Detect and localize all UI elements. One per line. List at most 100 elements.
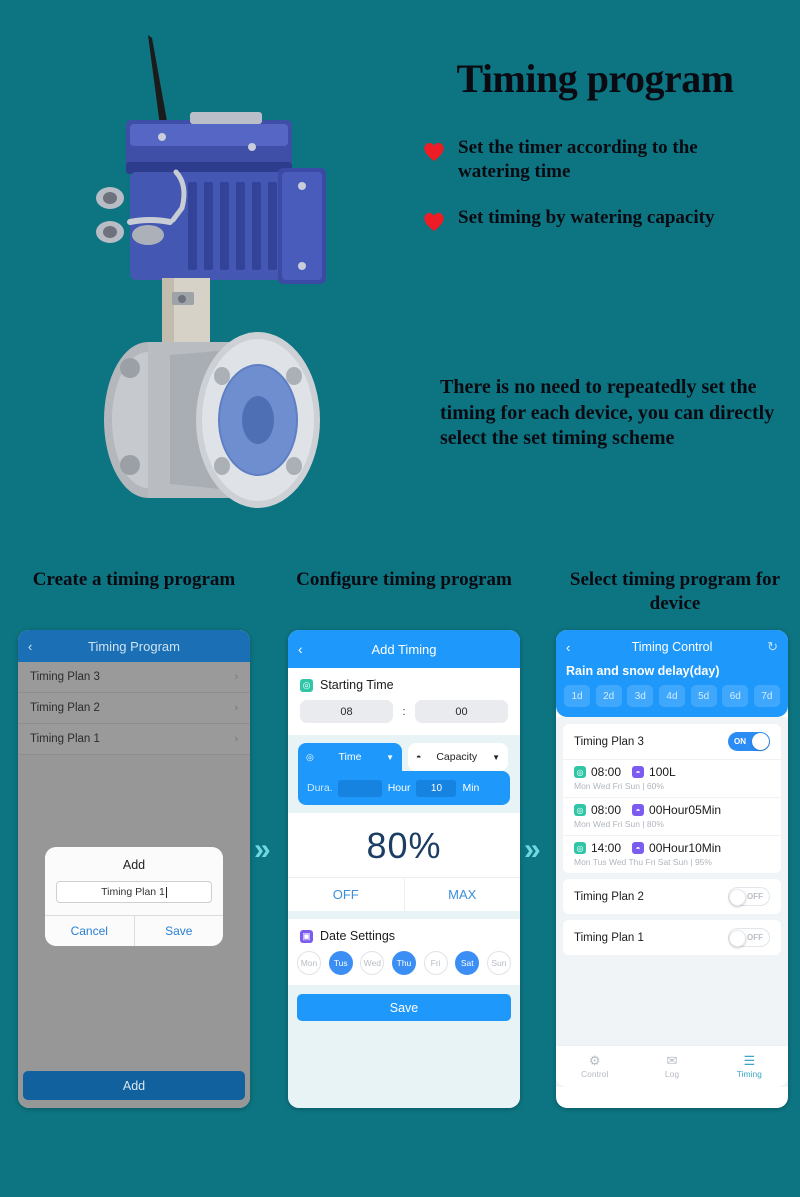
tab-capacity[interactable]: ◓ Capacity ▼ <box>408 743 508 771</box>
day-tus[interactable]: Tus <box>328 951 353 975</box>
duration-minute-input[interactable]: 10 <box>416 779 457 797</box>
heart-icon <box>424 142 444 161</box>
duration-label: Dura. <box>307 782 333 794</box>
hero-section: Timing program Set the timer according t… <box>0 0 800 545</box>
list-item[interactable]: Timing Plan 3 › <box>18 662 250 693</box>
minute-input[interactable]: 00 <box>415 700 508 723</box>
plan-card-1[interactable]: Timing Plan 1 OFF <box>563 920 781 955</box>
plan-name: Timing Plan 1 <box>574 931 644 944</box>
section-heading-create: Create a timing program <box>32 569 236 590</box>
text-caret <box>165 886 167 898</box>
schedule-time: 08:00 <box>591 803 622 817</box>
clock-icon: ◎ <box>300 678 313 692</box>
delay-option-4d[interactable]: 4d <box>658 685 685 707</box>
toggle-label: OFF <box>747 933 763 942</box>
duration-row: Dura. Hour 10 Min <box>298 771 510 805</box>
date-settings-label-row: ▣ Date Settings <box>288 919 520 951</box>
p3-title: Timing Control <box>631 640 713 654</box>
schedule-row[interactable]: ◎ 08:00 ◓ 100L Mon Wed Fri Sun | 60% <box>563 759 781 797</box>
tab-log-label: Log <box>664 1069 680 1080</box>
chevron-down-icon: ▼ <box>386 752 394 762</box>
starting-time-label-row: ◎ Starting Time <box>288 668 520 700</box>
plan-label: Timing Plan 1 <box>30 733 100 745</box>
phone-screen-add-timing: ‹ Add Timing ◎ Starting Time 08 : 00 ◎ T… <box>288 630 520 1108</box>
step-arrow-1: » <box>254 833 271 866</box>
plan-toggle[interactable]: OFF <box>728 928 770 947</box>
calendar-icon: ▣ <box>300 929 313 943</box>
delay-option-7d[interactable]: 7d <box>753 685 780 707</box>
add-dialog: Add Timing Plan 1 Cancel Save <box>45 847 223 946</box>
tab-log[interactable]: ✉ Log <box>633 1052 710 1080</box>
add-button[interactable]: Add <box>23 1071 245 1100</box>
delay-option-6d[interactable]: 6d <box>722 685 749 707</box>
starting-time-label: Starting Time <box>320 678 394 692</box>
drop-icon: ◓ <box>632 804 645 816</box>
tab-timing-label: Timing <box>736 1069 762 1080</box>
section-heading-configure: Configure timing program <box>296 569 512 590</box>
tab-control[interactable]: ⚙ Control <box>556 1052 633 1079</box>
plan-label: Timing Plan 2 <box>30 702 100 714</box>
mode-section: ◎ Time ▼ ◓ Capacity ▼ Dura. Hour 10 Min <box>288 735 520 805</box>
clock-icon: ◎ <box>574 766 586 778</box>
max-button[interactable]: MAX <box>405 878 521 911</box>
percent-card: 80% OFF MAX <box>288 813 520 911</box>
hero-bullet-1: Set the timer according to the watering … <box>400 136 790 184</box>
product-image <box>30 10 380 530</box>
cancel-button[interactable]: Cancel <box>45 916 135 946</box>
plan-name-input[interactable]: Timing Plan 1 <box>56 881 212 903</box>
hour-input[interactable]: 08 <box>300 700 393 723</box>
date-settings-card: ▣ Date Settings Mon Tus Wed Thu Fri Sat … <box>288 919 520 985</box>
schedule-row[interactable]: ◎ 08:00 ◓ 00Hour05Min Mon Wed Fri Sun | … <box>563 797 781 835</box>
delay-option-3d[interactable]: 3d <box>627 685 654 707</box>
day-fri[interactable]: Fri <box>423 951 448 975</box>
starting-time-fields: 08 : 00 <box>288 700 520 735</box>
p2-title: Add Timing <box>371 641 437 657</box>
off-button[interactable]: OFF <box>288 878 405 911</box>
mode-tab-bar: ◎ Time ▼ ◓ Capacity ▼ <box>298 743 510 771</box>
toggle-label: ON <box>734 737 746 746</box>
starting-time-card: ◎ Starting Time 08 : 00 <box>288 668 520 735</box>
tab-time[interactable]: ◎ Time ▼ <box>298 743 402 771</box>
clock-icon: ◎ <box>574 842 586 854</box>
p1-body: Timing Plan 3 › Timing Plan 2 › Timing P… <box>18 662 250 1108</box>
schedule-row[interactable]: ◎ 14:00 ◓ 00Hour10Min Mon Tus Wed Thu Fr… <box>563 835 781 873</box>
duration-hour-input[interactable] <box>337 779 382 797</box>
delay-option-1d[interactable]: 1d <box>564 685 590 707</box>
save-button[interactable]: Save <box>297 994 511 1021</box>
mail-icon: ✉ <box>666 1052 678 1068</box>
hero-copy: Timing program Set the timer according t… <box>400 55 790 254</box>
delay-option-5d[interactable]: 5d <box>690 685 717 707</box>
plan-toggle[interactable]: OFF <box>728 887 770 906</box>
plan-header: Timing Plan 3 ON <box>563 724 781 759</box>
list-item[interactable]: Timing Plan 2 › <box>18 693 250 724</box>
dialog-title: Add <box>122 858 146 872</box>
plan-toggle[interactable]: ON <box>728 732 770 751</box>
save-button[interactable]: Save <box>135 916 224 946</box>
schedule-summary: ◎ 08:00 ◓ 00Hour05Min <box>574 803 770 817</box>
section-heading-select: Select timing program for device <box>569 569 781 614</box>
tab-timing[interactable]: ☰ Timing <box>711 1053 788 1080</box>
phone-screen-timing-control: ‹ Timing Control ↻ Rain and snow delay(d… <box>556 630 788 1108</box>
plan-card-3: Timing Plan 3 ON ◎ 08:00 ◓ 100L Mon Wed … <box>563 724 781 873</box>
dialog-buttons: Cancel Save <box>45 915 223 946</box>
rain-snow-delay-label: Rain and snow delay(day) <box>566 664 720 678</box>
drop-icon: ◓ <box>632 842 645 854</box>
toggle-label: OFF <box>747 892 763 901</box>
day-sun[interactable]: Sun <box>486 951 511 975</box>
schedule-amount: 00Hour05Min <box>649 803 722 817</box>
plan-card-2[interactable]: Timing Plan 2 OFF <box>563 879 781 914</box>
list-item[interactable]: Timing Plan 1 › <box>18 724 250 755</box>
toggle-knob <box>752 733 769 750</box>
delay-option-2d[interactable]: 2d <box>595 685 622 707</box>
time-separator: : <box>402 705 406 718</box>
day-wed[interactable]: Wed <box>360 951 385 975</box>
gear-icon: ⚙ <box>588 1052 601 1068</box>
refresh-icon[interactable]: ↻ <box>767 639 778 655</box>
day-mon[interactable]: Mon <box>297 951 321 975</box>
schedule-days: Mon Wed Fri Sun | 60% <box>574 781 664 791</box>
schedule-days: Mon Tus Wed Thu Fri Sat Sun | 95% <box>574 857 712 867</box>
chevron-right-icon: › <box>234 671 238 683</box>
day-thu[interactable]: Thu <box>391 951 416 975</box>
day-sat[interactable]: Sat <box>455 951 480 975</box>
schedule-summary: ◎ 14:00 ◓ 00Hour10Min <box>574 841 770 855</box>
